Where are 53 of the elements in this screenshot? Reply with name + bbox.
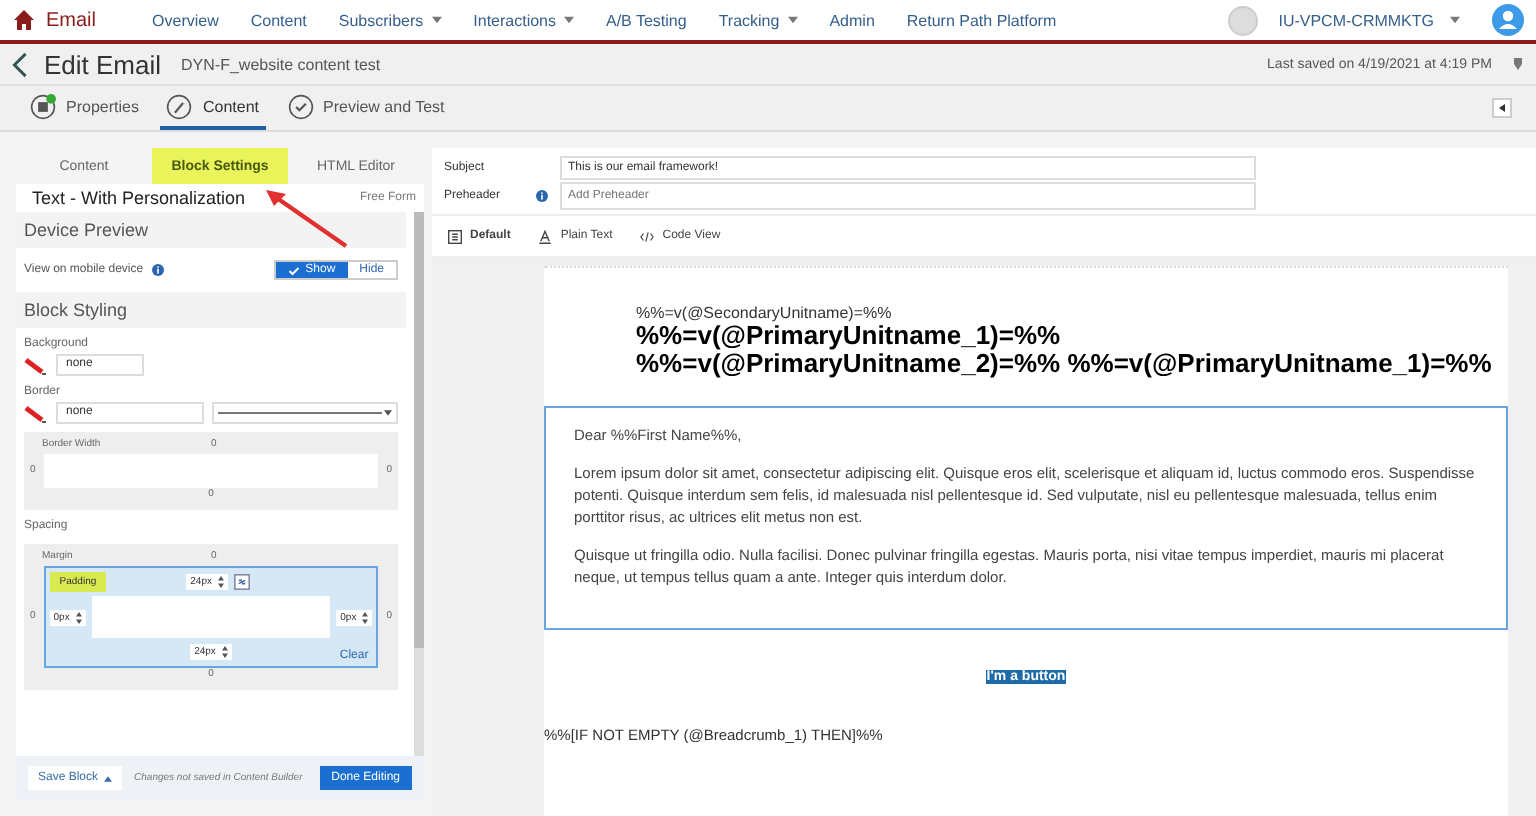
section-heading: Device Preview [16,212,406,248]
caret-icon [384,410,392,416]
user-icon[interactable] [1492,4,1524,36]
primary-unit-heading: %%=v(@PrimaryUnitname_1)=%% [636,322,1063,350]
app-title: Email [46,9,97,31]
border-style-dropdown[interactable] [212,402,398,424]
layout-icon [448,229,462,243]
paint-swatch-icon[interactable] [24,403,48,423]
nav-item[interactable]: Interactions [473,11,574,29]
pencil-icon [166,93,193,119]
code-icon [640,229,655,243]
nav-item[interactable]: Content [250,11,307,29]
stepper-arrows-icon[interactable] [75,611,82,623]
properties-icon [30,93,56,119]
primary-unit-heading: %%=v(@PrimaryUnitname_2)=%% %%=v(@PrimaryUnitname_1)=%% [636,350,1494,378]
collapse-icon[interactable] [1492,98,1512,118]
checkmark-icon [287,93,313,119]
section-heading: Block Styling [16,292,406,328]
block-title: Text - With Personalization [32,188,246,208]
email-name: DYN-F_website content test [181,55,381,73]
check-icon [287,265,300,275]
home-icon[interactable] [12,8,36,32]
page-title: Edit Email [44,49,162,79]
info-icon[interactable] [151,264,164,276]
selected-text-block[interactable] [544,406,1508,630]
stepper-arrows-icon[interactable] [217,576,224,588]
nav-item[interactable]: Return Path Platform [906,11,1057,29]
paint-swatch-icon[interactable] [24,355,48,375]
caret-icon[interactable] [431,16,442,24]
nav-item[interactable]: Admin [829,11,875,29]
account-menu[interactable]: IU-VPCM-CRMMKTG [1278,11,1434,29]
stepper-arrows-icon[interactable] [221,646,228,658]
nav-item[interactable]: Overview [152,11,219,29]
back-icon[interactable] [12,51,28,77]
nav-item[interactable]: Tracking [718,11,798,29]
caret-icon[interactable] [1450,16,1460,24]
scrollbar[interactable] [414,212,424,756]
avatar-icon [1228,5,1259,35]
caret-icon[interactable] [787,16,798,24]
link-icon[interactable] [233,574,250,590]
nav-item[interactable]: A/B Testing [606,11,687,29]
text-icon [538,229,553,243]
secondary-unit-text: %%=v(@SecondaryUnitname)=%% [636,304,894,322]
pin-icon[interactable] [1512,56,1524,72]
caret-icon[interactable] [564,16,574,24]
step-tab[interactable]: Preview and Test [281,86,451,130]
annotation-arrow [262,186,350,250]
info-icon[interactable] [536,189,548,201]
nav-item[interactable]: Subscribers [338,11,442,29]
step-tab[interactable]: Properties [24,86,145,130]
caret-icon [104,775,113,781]
stepper-arrows-icon[interactable] [362,611,369,623]
step-tab[interactable]: Content [160,86,265,130]
